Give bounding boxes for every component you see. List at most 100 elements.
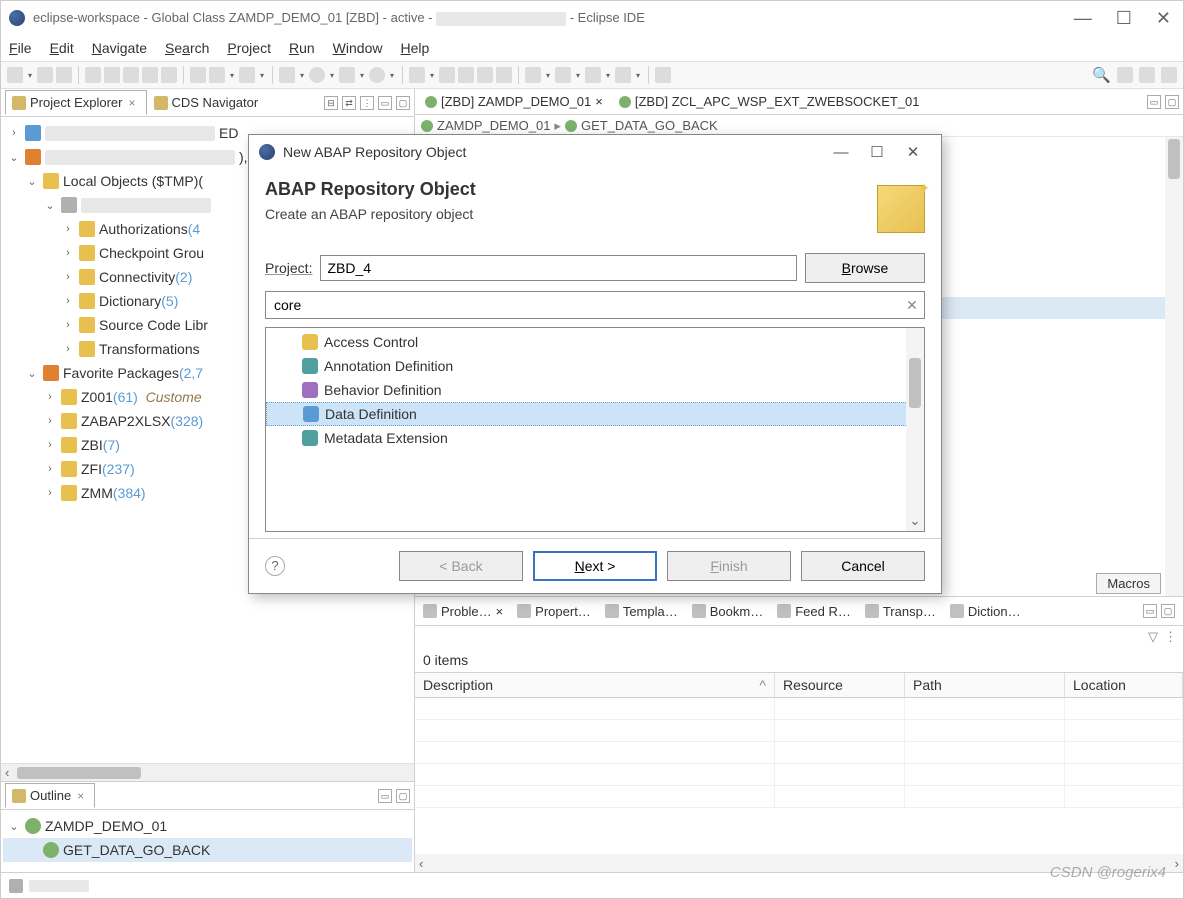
close-icon[interactable]: × xyxy=(595,94,603,109)
tab-project-explorer[interactable]: Project Explorer × xyxy=(5,90,147,115)
editor-vscrollbar[interactable] xyxy=(1165,137,1183,596)
menu-window[interactable]: Window xyxy=(333,40,383,56)
maximize-icon[interactable]: ▢ xyxy=(1161,604,1175,618)
minimize-icon[interactable]: ▭ xyxy=(1143,604,1157,618)
coverage-icon[interactable] xyxy=(339,67,355,83)
object-type-list[interactable]: Access Control Annotation Definition Beh… xyxy=(265,327,925,532)
tab-properties[interactable]: Propert… xyxy=(513,602,595,621)
menu-run[interactable]: Run xyxy=(289,40,315,56)
maximize-button[interactable]: ☐ xyxy=(859,143,895,161)
menu-file[interactable]: File xyxy=(9,40,32,56)
back-button[interactable]: < Back xyxy=(399,551,523,581)
where-used-icon[interactable] xyxy=(190,67,206,83)
perspective-icon[interactable] xyxy=(1117,67,1133,83)
tab-feed-reader[interactable]: Feed R… xyxy=(773,602,855,621)
editor-tab-2[interactable]: [ZBD] ZCL_APC_WSP_EXT_ZWEBSOCKET_01 xyxy=(613,92,926,111)
close-icon[interactable]: × xyxy=(77,789,84,803)
search-icon[interactable]: 🔍 xyxy=(1092,66,1111,84)
open-object-icon[interactable] xyxy=(161,67,177,83)
tree-hscrollbar[interactable]: ‹ xyxy=(1,763,414,781)
fwd-icon[interactable] xyxy=(615,67,631,83)
breadcrumb-item[interactable]: GET_DATA_GO_BACK xyxy=(581,118,718,133)
new-icon[interactable] xyxy=(7,67,23,83)
tab-problems[interactable]: Proble…× xyxy=(419,602,507,621)
col-location[interactable]: Location xyxy=(1065,673,1183,697)
abap-perspective-icon[interactable] xyxy=(1139,67,1155,83)
save-icon[interactable] xyxy=(37,67,53,83)
filter-row: ✕ xyxy=(265,291,925,319)
finish-button[interactable]: Finish xyxy=(667,551,791,581)
menu-search[interactable]: Search xyxy=(165,40,209,56)
filter-input[interactable] xyxy=(266,295,900,315)
next-button[interactable]: Next > xyxy=(533,551,657,581)
menu-icon[interactable]: ⋮ xyxy=(1164,629,1177,645)
tab-transport[interactable]: Transp… xyxy=(861,602,940,621)
cancel-button[interactable]: Cancel xyxy=(801,551,925,581)
menu-help[interactable]: Help xyxy=(400,40,429,56)
debug-icon[interactable] xyxy=(279,67,295,83)
clear-icon[interactable]: ✕ xyxy=(900,297,924,314)
minimize-button[interactable]: — xyxy=(823,144,859,161)
check-icon[interactable] xyxy=(123,67,139,83)
outline-root[interactable]: ⌄ZAMDP_DEMO_01 xyxy=(3,814,412,838)
filter-icon[interactable]: ▽ xyxy=(1148,629,1158,645)
activate-icon[interactable] xyxy=(85,67,101,83)
list-item[interactable]: Metadata Extension xyxy=(266,426,924,450)
close-button[interactable]: ✕ xyxy=(1156,8,1171,29)
ext-run-icon[interactable] xyxy=(369,67,385,83)
maximize-icon[interactable]: ▢ xyxy=(396,789,410,803)
tab-outline[interactable]: Outline × xyxy=(5,783,95,808)
collapse-icon[interactable]: ⊟ xyxy=(324,96,338,110)
activate-all-icon[interactable] xyxy=(104,67,120,83)
outline-method[interactable]: GET_DATA_GO_BACK xyxy=(3,838,412,862)
col-description[interactable]: Description ^ xyxy=(415,673,775,697)
list-item[interactable]: Access Control xyxy=(266,330,924,354)
project-input[interactable] xyxy=(320,255,797,281)
link-icon[interactable] xyxy=(655,67,671,83)
minimize-button[interactable]: — xyxy=(1074,8,1092,29)
tool-icon[interactable] xyxy=(477,67,493,83)
list-item[interactable]: Behavior Definition xyxy=(266,378,924,402)
run-abap-icon[interactable] xyxy=(142,67,158,83)
tab-dictionary[interactable]: Diction… xyxy=(946,602,1025,621)
maximize-button[interactable]: ☐ xyxy=(1116,8,1132,29)
tool-icon[interactable] xyxy=(496,67,512,83)
list-vscrollbar[interactable]: ⌄ xyxy=(906,328,924,531)
minimize-icon[interactable]: ▭ xyxy=(378,96,392,110)
minimize-icon[interactable]: ▭ xyxy=(1147,95,1161,109)
maximize-icon[interactable]: ▢ xyxy=(396,96,410,110)
breadcrumb-item[interactable]: ZAMDP_DEMO_01 xyxy=(437,118,550,133)
save-all-icon[interactable] xyxy=(56,67,72,83)
nav-icon[interactable] xyxy=(555,67,571,83)
close-icon[interactable]: × xyxy=(128,96,135,110)
tool-icon[interactable] xyxy=(209,67,225,83)
menu-navigate[interactable]: Navigate xyxy=(92,40,147,56)
browse-button[interactable]: Browse xyxy=(805,253,925,283)
help-button[interactable]: ? xyxy=(265,556,285,576)
run-icon[interactable] xyxy=(309,67,325,83)
minimize-icon[interactable]: ▭ xyxy=(378,789,392,803)
macros-tab[interactable]: Macros xyxy=(1096,573,1161,594)
tool-icon[interactable] xyxy=(239,67,255,83)
col-path[interactable]: Path xyxy=(905,673,1065,697)
tab-bookmarks[interactable]: Bookm… xyxy=(688,602,767,621)
link-icon[interactable]: ⇄ xyxy=(342,96,356,110)
close-button[interactable]: ✕ xyxy=(895,143,931,161)
tool-icon[interactable] xyxy=(439,67,455,83)
editor-tab-1[interactable]: [ZBD] ZAMDP_DEMO_01× xyxy=(419,92,609,111)
back-icon[interactable] xyxy=(585,67,601,83)
dropdown-icon[interactable]: ▾ xyxy=(26,67,34,83)
nav-icon[interactable] xyxy=(525,67,541,83)
tab-cds-navigator[interactable]: CDS Navigator xyxy=(147,90,270,115)
menu-edit[interactable]: Edit xyxy=(50,40,74,56)
list-item-selected[interactable]: Data Definition xyxy=(266,402,924,426)
tool-icon[interactable] xyxy=(458,67,474,83)
maximize-icon[interactable]: ▢ xyxy=(1165,95,1179,109)
tool-icon[interactable] xyxy=(409,67,425,83)
col-resource[interactable]: Resource xyxy=(775,673,905,697)
filter-icon[interactable]: ⋮ xyxy=(360,96,374,110)
other-perspective-icon[interactable] xyxy=(1161,67,1177,83)
menu-project[interactable]: Project xyxy=(227,40,271,56)
list-item[interactable]: Annotation Definition xyxy=(266,354,924,378)
tab-templates[interactable]: Templa… xyxy=(601,602,682,621)
